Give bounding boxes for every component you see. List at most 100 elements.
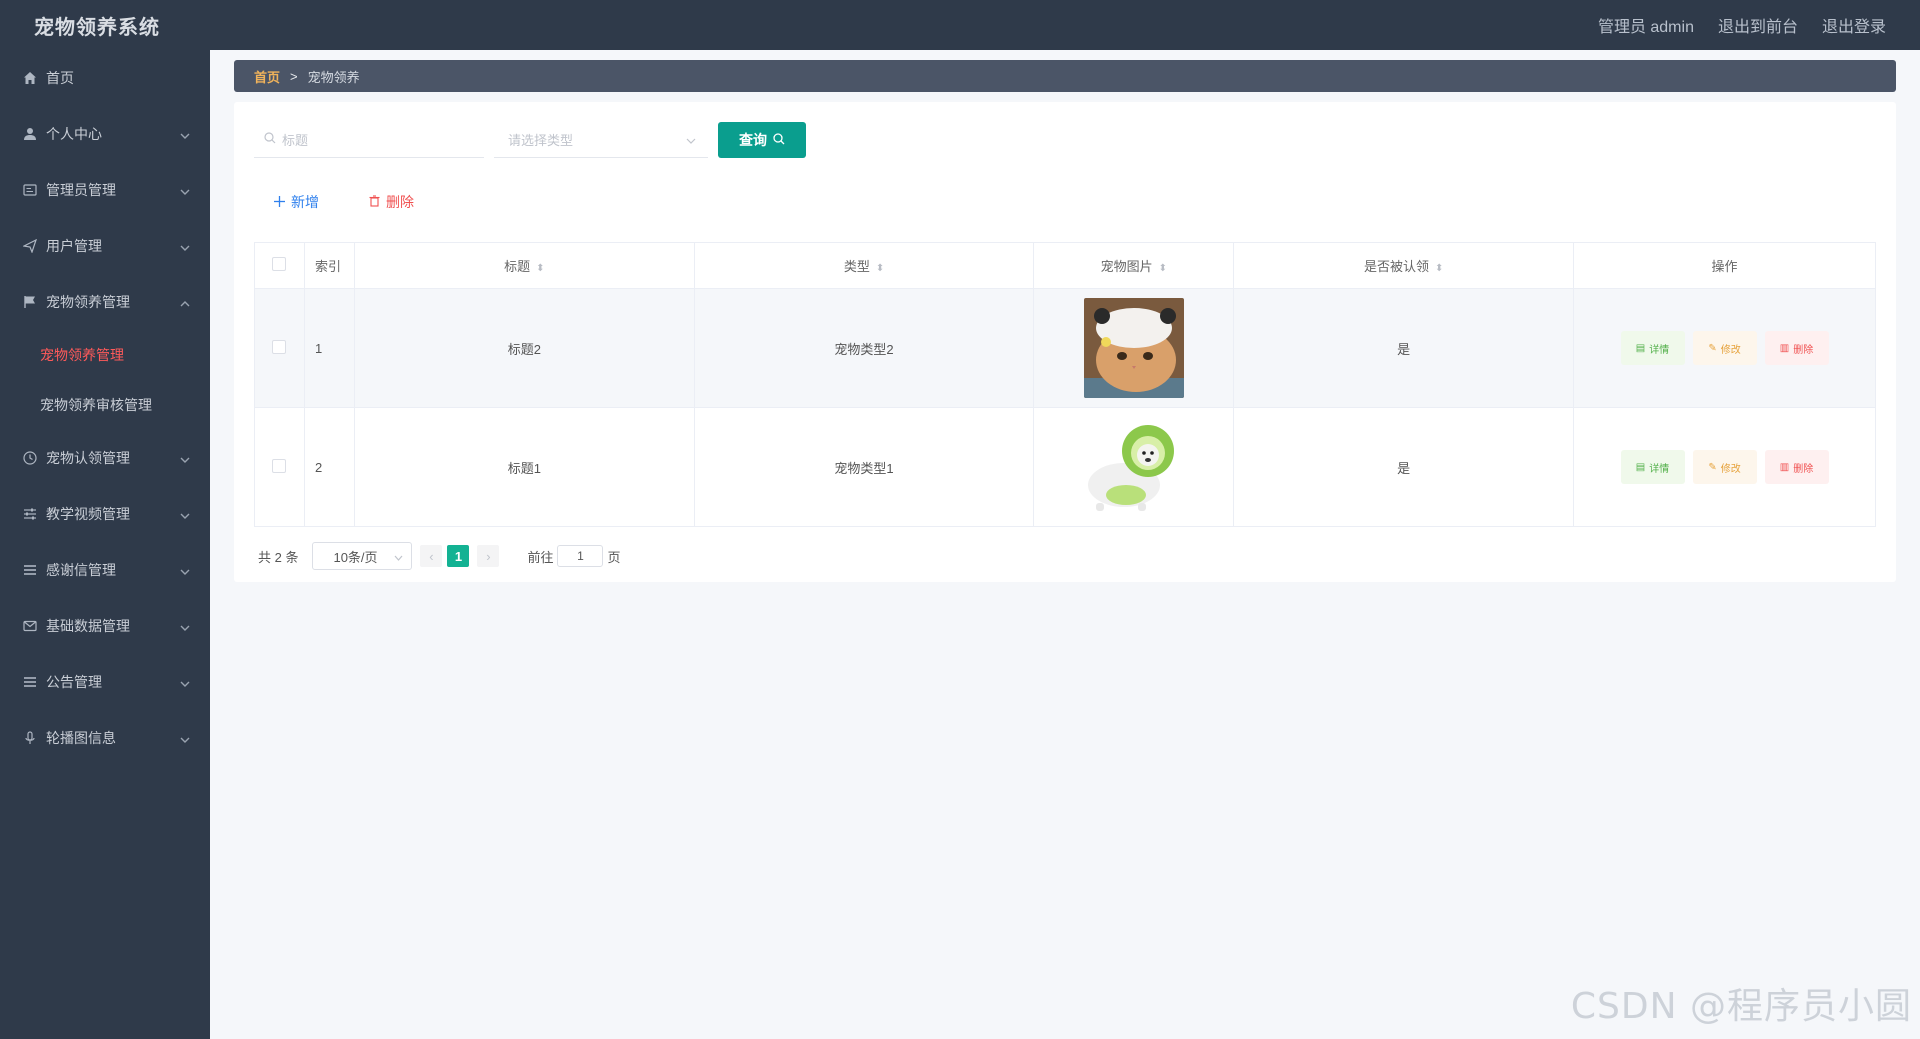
row-checkbox[interactable] bbox=[272, 458, 287, 473]
table-row: 2 标题1 宠物类型1 是 ▤ 详情 ✎ 修改 ▥ 删除 bbox=[254, 407, 1876, 527]
table-header-row: 索引 标题 ⬍ 类型 ⬍ 宠物图片 ⬍ 是否被认领 ⬍ 操作 bbox=[254, 242, 1876, 289]
sidebar-item-home[interactable]: 首页 bbox=[0, 50, 210, 106]
row-title: 标题1 bbox=[353, 407, 695, 527]
row-select-cell bbox=[254, 288, 305, 408]
sidebar-item-admin[interactable]: 管理员管理 bbox=[0, 162, 210, 218]
chevron-down-icon bbox=[180, 618, 190, 634]
header-claimed[interactable]: 是否被认领 ⬍ bbox=[1233, 242, 1575, 289]
sidebar-item-label: 宠物领养管理 bbox=[46, 294, 130, 310]
sidebar-subitem-adoption-manage[interactable]: 宠物领养管理 bbox=[0, 330, 210, 380]
sidebar-item-label: 首页 bbox=[46, 70, 74, 86]
pencil-icon: ✎ bbox=[1708, 342, 1717, 354]
sidebar-item-personal[interactable]: 个人中心 bbox=[0, 106, 210, 162]
title-search-placeholder: 标题 bbox=[282, 133, 309, 148]
select-all-checkbox[interactable] bbox=[272, 257, 287, 271]
logout-link[interactable]: 退出登录 bbox=[1822, 13, 1886, 37]
next-page-button[interactable]: › bbox=[477, 545, 500, 567]
top-links: 管理员 admin 退出到前台 退出登录 bbox=[1598, 13, 1886, 37]
document-icon: ▤ bbox=[1635, 461, 1646, 473]
sidebar-item-label: 基础数据管理 bbox=[46, 618, 130, 634]
pagination: 共 2 条 10条/页 ‹ 1 › 前往 1 页 bbox=[258, 542, 621, 570]
sort-icon: ⬍ bbox=[875, 263, 885, 274]
sidebar-item-label: 个人中心 bbox=[46, 126, 102, 142]
sidebar-item-base-data[interactable]: 基础数据管理 bbox=[0, 598, 210, 654]
breadcrumb-home[interactable]: 首页 bbox=[254, 67, 280, 86]
search-icon bbox=[773, 132, 785, 148]
header-title-label: 标题 bbox=[504, 259, 531, 274]
row-type: 宠物类型2 bbox=[693, 288, 1035, 408]
page-number-1[interactable]: 1 bbox=[447, 545, 470, 567]
detail-button[interactable]: ▤ 详情 bbox=[1620, 331, 1685, 365]
breadcrumb-current: 宠物领养 bbox=[307, 69, 360, 85]
plus-icon bbox=[274, 194, 285, 210]
edit-button[interactable]: ✎ 修改 bbox=[1692, 331, 1757, 365]
sidebar-subitem-adoption-review[interactable]: 宠物领养审核管理 bbox=[0, 380, 210, 430]
sidebar-item-video[interactable]: 教学视频管理 bbox=[0, 486, 210, 542]
detail-label: 详情 bbox=[1649, 344, 1670, 356]
search-icon bbox=[264, 132, 276, 147]
header-type[interactable]: 类型 ⬍ bbox=[693, 242, 1035, 289]
sidebar-item-label: 轮播图信息 bbox=[46, 730, 116, 746]
pet-photo-cabbage-dog[interactable] bbox=[1083, 417, 1184, 517]
sidebar-item-thanks[interactable]: 感谢信管理 bbox=[0, 542, 210, 598]
chevron-down-icon bbox=[180, 674, 190, 690]
chevron-down-icon bbox=[180, 506, 190, 522]
trash-icon: ▥ bbox=[1779, 461, 1790, 473]
chevron-down-icon bbox=[180, 450, 190, 466]
table-row: 1 标题2 宠物类型2 是 ▤ 详情 ✎ 修改 ▥ 删除 bbox=[254, 288, 1876, 408]
prev-page-button[interactable]: ‹ bbox=[420, 545, 443, 567]
chevron-left-icon: ‹ bbox=[429, 548, 434, 564]
pet-table: 索引 标题 ⬍ 类型 ⬍ 宠物图片 ⬍ 是否被认领 ⬍ 操作 1 标题2 宠物类型2 bbox=[254, 242, 1876, 527]
sidebar-item-label: 教学视频管理 bbox=[46, 506, 130, 522]
row-index: 1 bbox=[303, 288, 355, 408]
edit-label: 修改 bbox=[1720, 463, 1741, 475]
goto-page-input[interactable]: 1 bbox=[557, 545, 604, 567]
breadcrumb-separator: > bbox=[290, 68, 298, 84]
header-claimed-label: 是否被认领 bbox=[1363, 259, 1429, 274]
send-icon bbox=[22, 238, 38, 254]
header-index: 索引 bbox=[303, 242, 355, 289]
bulk-delete-button[interactable]: 删除 bbox=[369, 192, 414, 212]
sidebar-item-adoption[interactable]: 宠物领养管理 bbox=[0, 274, 210, 330]
clock-icon bbox=[22, 450, 38, 466]
sidebar-item-carousel[interactable]: 轮播图信息 bbox=[0, 710, 210, 766]
row-select-cell bbox=[254, 407, 305, 527]
content-panel: 标题 请选择类型 查询 新增 删除 索引 标题 ⬍ 类型 ⬍ 宠物图片 ⬍ 是否… bbox=[234, 102, 1896, 582]
sidebar: 首页 个人中心 管理员管理 用户管理 宠物领养管理 宠物领养管理 宠物领养审核管… bbox=[0, 50, 210, 1039]
delete-button[interactable]: ▥ 删除 bbox=[1764, 450, 1829, 484]
back-to-front-link[interactable]: 退出到前台 bbox=[1718, 13, 1798, 37]
admin-label: 管理员 admin bbox=[1597, 19, 1694, 36]
query-button-label: 查询 bbox=[739, 132, 767, 148]
title-search-input[interactable]: 标题 bbox=[254, 122, 484, 158]
page-size-select[interactable]: 10条/页 bbox=[312, 542, 413, 570]
row-claimed: 是 bbox=[1233, 407, 1575, 527]
sidebar-item-label: 公告管理 bbox=[46, 674, 102, 690]
header-image[interactable]: 宠物图片 ⬍ bbox=[1033, 242, 1235, 289]
query-button[interactable]: 查询 bbox=[718, 122, 806, 158]
add-button[interactable]: 新增 bbox=[274, 192, 319, 212]
sidebar-item-label: 用户管理 bbox=[46, 238, 102, 254]
chevron-down-icon bbox=[394, 549, 403, 564]
type-select[interactable]: 请选择类型 bbox=[494, 122, 708, 158]
list-icon bbox=[22, 674, 38, 690]
row-image-cell bbox=[1033, 407, 1235, 527]
sidebar-item-notice[interactable]: 公告管理 bbox=[0, 654, 210, 710]
sidebar-item-users[interactable]: 用户管理 bbox=[0, 218, 210, 274]
edit-button[interactable]: ✎ 修改 bbox=[1692, 450, 1757, 484]
delete-label: 删除 bbox=[1793, 344, 1814, 356]
row-type: 宠物类型1 bbox=[693, 407, 1035, 527]
row-title: 标题2 bbox=[353, 288, 695, 408]
id-card-icon bbox=[22, 182, 38, 198]
microphone-icon bbox=[22, 730, 38, 746]
chevron-right-icon: › bbox=[486, 548, 491, 564]
header-title[interactable]: 标题 ⬍ bbox=[353, 242, 695, 289]
search-row: 标题 请选择类型 查询 bbox=[254, 122, 806, 158]
pet-photo-cat[interactable] bbox=[1083, 298, 1184, 398]
delete-button[interactable]: ▥ 删除 bbox=[1764, 331, 1829, 365]
flag-icon bbox=[22, 294, 38, 310]
row-ops: ▤ 详情 ✎ 修改 ▥ 删除 bbox=[1574, 331, 1875, 365]
sidebar-item-claim[interactable]: 宠物认领管理 bbox=[0, 430, 210, 486]
row-checkbox[interactable] bbox=[272, 339, 287, 354]
goto-prefix: 前往 bbox=[527, 549, 554, 565]
detail-button[interactable]: ▤ 详情 bbox=[1620, 450, 1685, 484]
